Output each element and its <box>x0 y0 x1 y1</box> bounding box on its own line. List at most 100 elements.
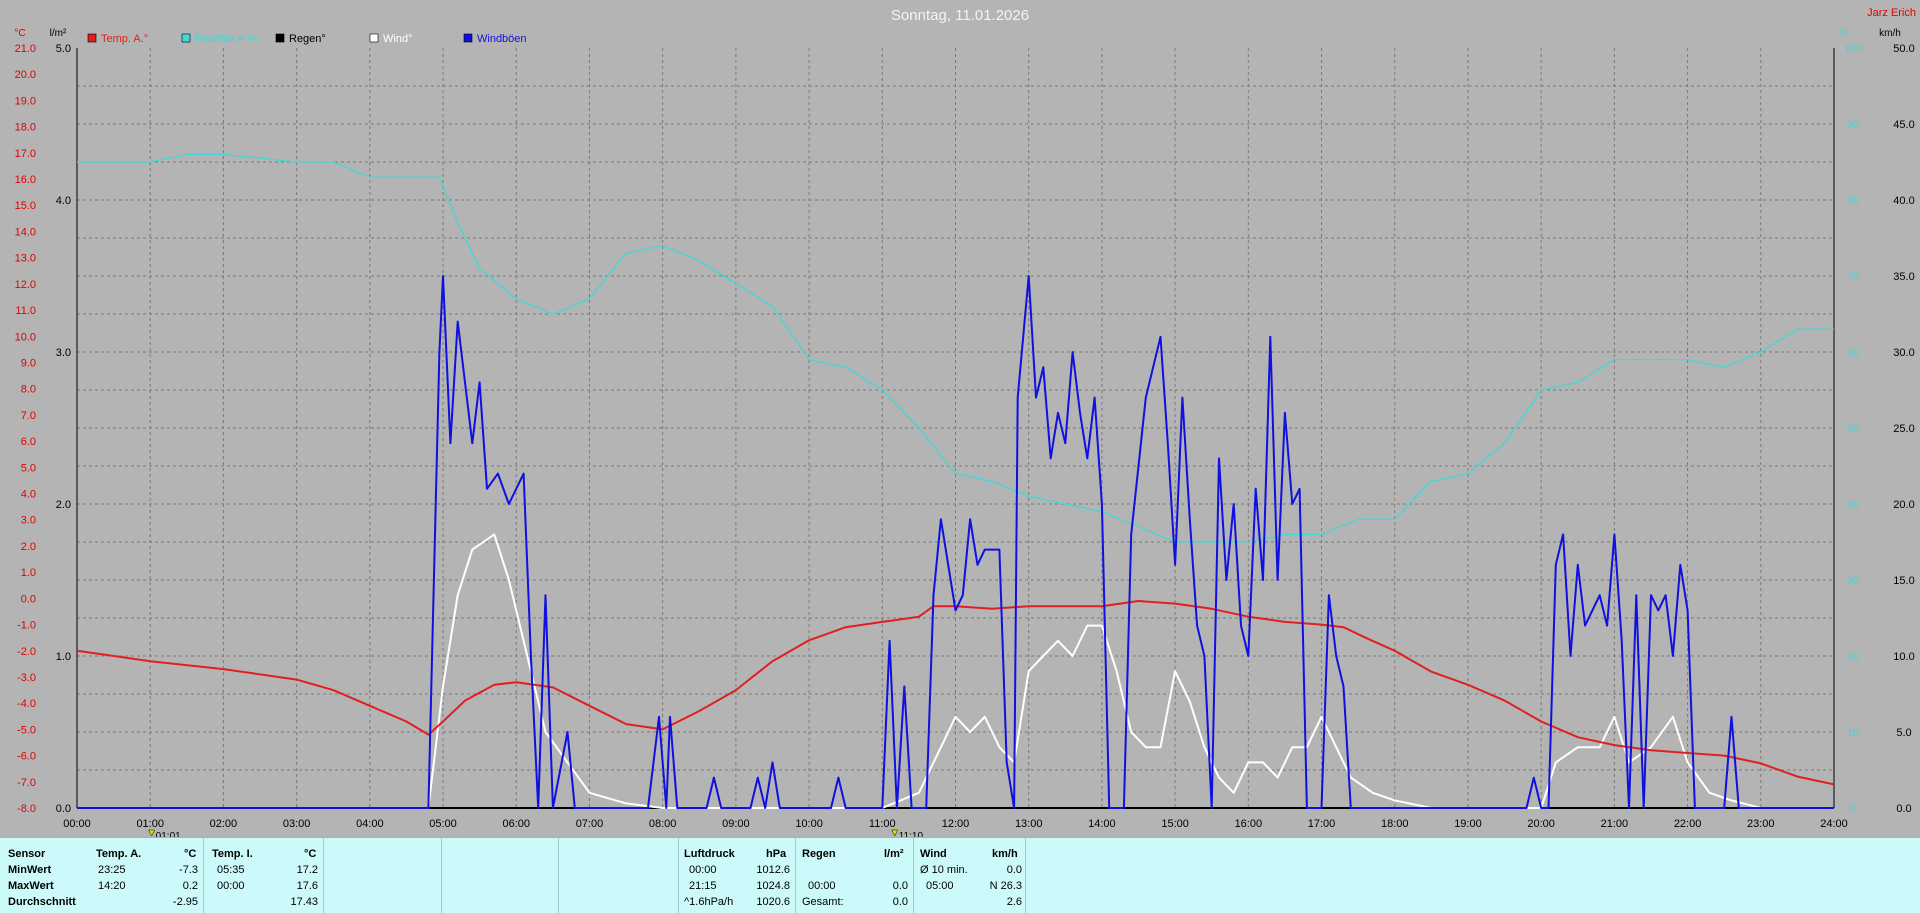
wind-tick-label: 20.0 <box>1893 499 1914 511</box>
wind-tick-label: 10.0 <box>1893 651 1914 663</box>
time-tick-label: 11:00 <box>869 818 896 830</box>
wind-tick-label: 35.0 <box>1893 271 1914 283</box>
row-label-avg: Durchschnitt <box>8 896 76 908</box>
rain-tick-label: 2.0 <box>56 499 71 511</box>
pressure-max-time: 21:15 <box>689 880 717 892</box>
wind-max-time: 05:00 <box>926 880 954 892</box>
time-tick-label: 15:00 <box>1161 818 1189 830</box>
temp-tick-label: 18.0 <box>15 122 36 134</box>
temp-a-max-time: 14:20 <box>98 880 126 892</box>
humidity-tick-label: 30 <box>1847 575 1859 587</box>
temp-tick-label: 6.0 <box>21 436 36 448</box>
temp-tick-label: -1.0 <box>17 620 36 632</box>
time-tick-label: 19:00 <box>1454 818 1482 830</box>
row-label-max: MaxWert <box>8 880 54 892</box>
temp-tick-label: 14.0 <box>15 226 36 238</box>
temp-tick-label: 3.0 <box>21 515 36 527</box>
temp-tick-label: 8.0 <box>21 384 36 396</box>
rain-tick-label: 5.0 <box>56 43 71 55</box>
humidity-tick-label: 20 <box>1847 651 1859 663</box>
legend-swatch <box>275 33 285 43</box>
wind-tick-label: 0.0 <box>1896 803 1911 815</box>
temp-a-title: Temp. A. <box>96 848 142 860</box>
temp-i-min-time: 05:35 <box>217 864 245 876</box>
temp-tick-label: 7.0 <box>21 410 36 422</box>
temp-tick-label: 10.0 <box>15 331 36 343</box>
temp-tick-label: -6.0 <box>17 751 36 763</box>
wind-max-value: N 26.3 <box>989 880 1022 892</box>
temp-i-max-time: 00:00 <box>217 880 245 892</box>
temp-a-avg-value: -2.95 <box>172 896 198 908</box>
wind-tick-label: 30.0 <box>1893 347 1914 359</box>
pressure-min-value: 1012.6 <box>756 864 790 876</box>
time-tick-label: 08:00 <box>649 818 677 830</box>
humidity-tick-label: 10 <box>1847 727 1859 739</box>
time-tick-label: 16:00 <box>1235 818 1263 830</box>
time-tick-label: 23:00 <box>1747 818 1775 830</box>
humidity-tick-label: 50 <box>1847 423 1859 435</box>
temp-a-max-value: 0.2 <box>182 880 198 892</box>
temp-a-min-time: 23:25 <box>98 864 126 876</box>
pressure-max-value: 1024.8 <box>756 880 790 892</box>
temp-tick-label: -2.0 <box>17 646 36 658</box>
rain-tick-label: 3.0 <box>56 347 71 359</box>
chart-title: Sonntag, 11.01.2026 <box>891 7 1029 24</box>
stats-panel: Sensor MinWert MaxWert Durchschnitt Temp… <box>0 837 1920 913</box>
legend-label: Regen° <box>289 33 326 45</box>
wind-tick-label: 40.0 <box>1893 195 1914 207</box>
pressure-min-time: 00:00 <box>689 864 717 876</box>
time-tick-label: 12:00 <box>942 818 970 830</box>
temp-i-title: Temp. I. <box>212 848 253 860</box>
row-label-min: MinWert <box>8 864 52 876</box>
temp-tick-label: 12.0 <box>15 279 36 291</box>
temp-i-avg-value: 17.43 <box>290 896 318 908</box>
time-tick-label: 22:00 <box>1674 818 1702 830</box>
time-tick-label: 04:00 <box>356 818 384 830</box>
humidity-tick-label: 0 <box>1850 803 1856 815</box>
legend-label: Wind° <box>383 33 412 45</box>
temp-i-min-value: 17.2 <box>296 864 318 876</box>
wind-avg-label: Ø 10 min. <box>920 864 968 876</box>
temp-tick-label: 9.0 <box>21 357 36 369</box>
legend-swatch <box>463 33 473 43</box>
temp-a-min-value: -7.3 <box>179 864 198 876</box>
temp-tick-label: -3.0 <box>17 672 36 684</box>
wind-tick-label: 45.0 <box>1893 119 1914 131</box>
temp-i-max-value: 17.6 <box>296 880 318 892</box>
rain-unit-label: l/m² <box>50 28 67 39</box>
time-tick-label: 13:00 <box>1015 818 1043 830</box>
pressure-current-value: 1020.6 <box>756 896 790 908</box>
temp-tick-label: 21.0 <box>15 43 36 55</box>
pressure-trend-label: ^1.6hPa/h <box>684 896 734 908</box>
temp-tick-label: 4.0 <box>21 489 36 501</box>
humidity-tick-label: 40 <box>1847 499 1859 511</box>
humidity-tick-label: 100 <box>1844 43 1862 55</box>
temp-unit-label: °C <box>14 28 25 39</box>
wind-tick-label: 25.0 <box>1893 423 1914 435</box>
time-tick-label: 02:00 <box>210 818 238 830</box>
time-tick-label: 06:00 <box>502 818 530 830</box>
humidity-tick-label: 90 <box>1847 119 1859 131</box>
time-tick-label: 24:00 <box>1820 818 1848 830</box>
temp-tick-label: 1.0 <box>21 567 36 579</box>
time-tick-label: 18:00 <box>1381 818 1409 830</box>
author-label: Jarz Erich <box>1867 7 1916 19</box>
row-label-sensor: Sensor <box>8 848 46 860</box>
wind-tick-label: 50.0 <box>1893 43 1914 55</box>
temp-tick-label: 19.0 <box>15 95 36 107</box>
time-tick-label: 00:00 <box>63 818 91 830</box>
wind-title: Wind <box>920 848 947 860</box>
temp-tick-label: -8.0 <box>17 803 36 815</box>
wind-avg2-value: 2.6 <box>1006 896 1022 908</box>
humidity-tick-label: 80 <box>1847 195 1859 207</box>
temp-tick-label: 2.0 <box>21 541 36 553</box>
temp-tick-label: 0.0 <box>21 593 36 605</box>
time-tick-label: 01:00 <box>136 818 164 830</box>
temp-tick-label: 17.0 <box>15 148 36 160</box>
temp-tick-label: 20.0 <box>15 69 36 81</box>
rain-tick-label: 0.0 <box>56 803 71 815</box>
legend-swatch <box>87 33 97 43</box>
legend-label: Temp. A.° <box>101 33 148 45</box>
temp-tick-label: 11.0 <box>15 305 36 317</box>
legend-label: Windböen <box>477 33 527 45</box>
